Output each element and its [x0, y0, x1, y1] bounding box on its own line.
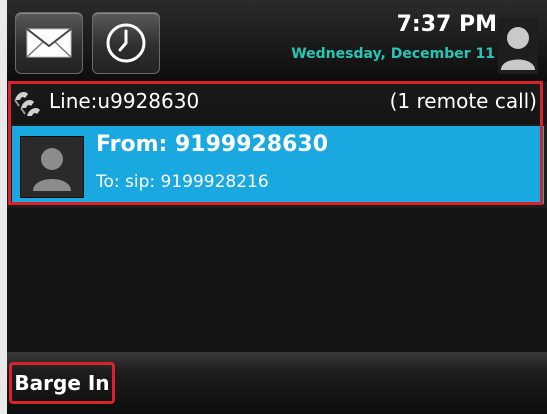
softkey-bar: Barge In: [7, 352, 547, 414]
empty-call-area: [7, 208, 547, 352]
user-icon: [501, 27, 535, 70]
status-bar: 7:37 PM Wednesday, December 11: [7, 0, 547, 82]
remote-call-count: (1 remote call): [389, 89, 537, 113]
line-panel: Line:u9928630 (1 remote call) From: 9199…: [7, 82, 547, 208]
messages-button[interactable]: [15, 12, 83, 74]
caller-avatar: [20, 136, 84, 198]
callee-address: To: sip: 9199928216: [96, 172, 269, 192]
caller-number: From: 9199928630: [96, 132, 329, 157]
recent-calls-button[interactable]: [92, 12, 160, 74]
clock-date: Wednesday, December 11: [291, 46, 495, 62]
line-label: Line:u9928630: [49, 89, 200, 113]
user-icon: [33, 148, 71, 191]
line-header[interactable]: Line:u9928630 (1 remote call): [7, 82, 547, 124]
clock-icon: [106, 23, 146, 63]
remote-call-item[interactable]: From: 9199928630 To: sip: 9199928216: [12, 126, 544, 204]
shared-line-icon: [14, 92, 40, 116]
clock-time: 7:37 PM: [396, 12, 497, 37]
phone-screen: 7:37 PM Wednesday, December 11 Line:u992…: [7, 0, 547, 414]
barge-in-button[interactable]: Barge In: [9, 362, 115, 404]
user-button[interactable]: [498, 18, 538, 74]
mail-icon: [26, 28, 72, 58]
